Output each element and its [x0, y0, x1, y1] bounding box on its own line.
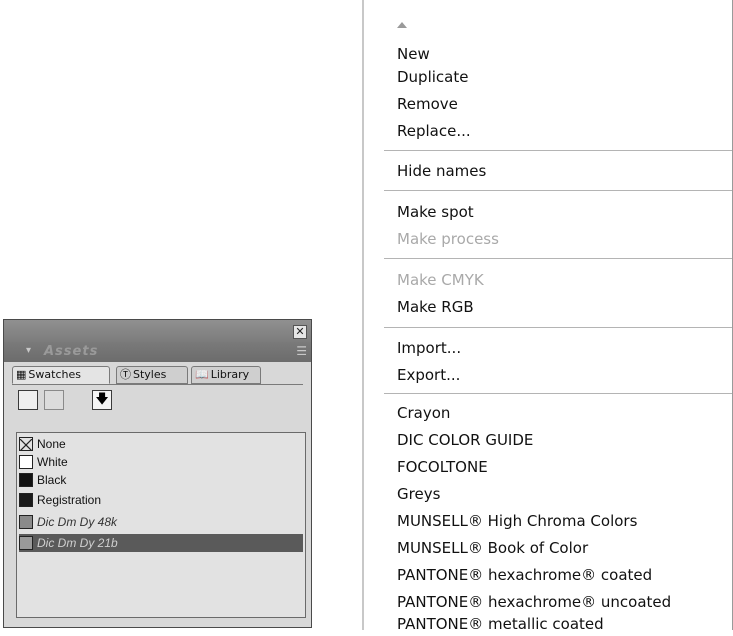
- swatch-row[interactable]: Black: [19, 471, 303, 489]
- menu-item-replace[interactable]: Replace...: [397, 119, 471, 143]
- menu-separator: [384, 150, 732, 151]
- tab-label: Styles: [133, 368, 167, 381]
- grid-icon: ▦: [16, 368, 27, 381]
- menu-item-munsell-book[interactable]: MUNSELL® Book of Color: [397, 536, 588, 560]
- menu-item-crayon[interactable]: Crayon: [397, 401, 450, 425]
- panel-header: ▾ Assets ☰: [4, 342, 311, 362]
- scroll-up-arrow-icon[interactable]: [397, 22, 407, 28]
- menu-item-make-process: Make process: [397, 230, 499, 248]
- tab-label: Swatches: [28, 368, 81, 381]
- menu-item-pantone-hex-coated[interactable]: PANTONE® hexachrome® coated: [397, 563, 652, 587]
- swatch-name: Black: [37, 473, 67, 487]
- swatch-list[interactable]: None White Black Registration Dic Dm Dy …: [16, 432, 306, 618]
- swatch-chip: [19, 493, 33, 507]
- tab-label: Library: [210, 368, 250, 381]
- menu-separator: [384, 327, 732, 328]
- menu-item-pantone-hex-uncoated[interactable]: PANTONE® hexachrome® uncoated: [397, 590, 671, 614]
- panel-menu-icon[interactable]: ☰: [296, 344, 307, 358]
- swatch-name: Dic Dm Dy 48k: [37, 515, 118, 529]
- menu-item-export[interactable]: Export...: [397, 363, 460, 387]
- menu-item-import[interactable]: Import...: [397, 336, 461, 360]
- tab-styles[interactable]: Ⓣ Styles: [116, 366, 188, 384]
- assets-panel: ✕ ▾ Assets ☰ ▦ Swatches Ⓣ Styles 📖 Library …: [3, 319, 312, 628]
- menu-item-make-cmyk: Make CMYK: [397, 271, 484, 289]
- menu-separator: [384, 258, 732, 259]
- swatch-chip: [19, 536, 33, 550]
- tabs-divider: [12, 384, 303, 385]
- styles-icon: Ⓣ: [120, 368, 131, 381]
- fill-icon[interactable]: [18, 390, 38, 410]
- panel-titlebar[interactable]: ✕: [4, 320, 311, 342]
- tab-swatches[interactable]: ▦ Swatches: [12, 366, 110, 384]
- collapse-arrow-icon[interactable]: ▾: [26, 345, 31, 356]
- menu-item-make-spot[interactable]: Make spot: [397, 200, 474, 224]
- apply-arrow-icon[interactable]: 🡇: [92, 390, 112, 410]
- tab-library[interactable]: 📖 Library: [191, 366, 261, 384]
- swatch-row[interactable]: White: [19, 453, 303, 471]
- swatch-row[interactable]: None: [19, 435, 303, 453]
- menu-item-remove[interactable]: Remove: [397, 92, 458, 116]
- none-swatch-icon: [19, 437, 33, 452]
- menu-item-duplicate[interactable]: Duplicate: [397, 65, 468, 89]
- menu-item-greys[interactable]: Greys: [397, 482, 440, 506]
- swatch-row-selected[interactable]: Dic Dm Dy 21b: [19, 534, 303, 552]
- menu-separator: [384, 393, 732, 394]
- panel-title: Assets: [44, 344, 99, 359]
- swatch-name: White: [37, 455, 68, 469]
- stroke-icon[interactable]: [44, 390, 64, 410]
- swatches-context-menu: New Duplicate Remove Replace... Hide nam…: [362, 0, 733, 633]
- menu-item-new[interactable]: New: [397, 42, 430, 66]
- menu-item-make-rgb[interactable]: Make RGB: [397, 295, 474, 319]
- book-icon: 📖: [195, 368, 209, 381]
- swatch-chip: [19, 473, 33, 487]
- swatch-row[interactable]: Registration: [19, 491, 303, 509]
- swatch-name: Dic Dm Dy 21b: [37, 536, 118, 550]
- close-icon[interactable]: ✕: [293, 325, 307, 339]
- menu-item-pantone-metallic[interactable]: PANTONE® metallic coated: [397, 612, 604, 636]
- swatch-chip: [19, 455, 33, 469]
- menu-item-munsell-high-chroma[interactable]: MUNSELL® High Chroma Colors: [397, 509, 637, 533]
- menu-separator: [384, 190, 732, 191]
- menu-item-dic-color-guide[interactable]: DIC COLOR GUIDE: [397, 428, 533, 452]
- menu-item-focoltone[interactable]: FOCOLTONE: [397, 455, 488, 479]
- swatch-row[interactable]: Dic Dm Dy 48k: [19, 513, 303, 531]
- menu-item-hide-names[interactable]: Hide names: [397, 159, 486, 183]
- swatch-name: None: [37, 437, 66, 451]
- swatch-name: Registration: [37, 493, 102, 507]
- swatch-chip: [19, 515, 33, 529]
